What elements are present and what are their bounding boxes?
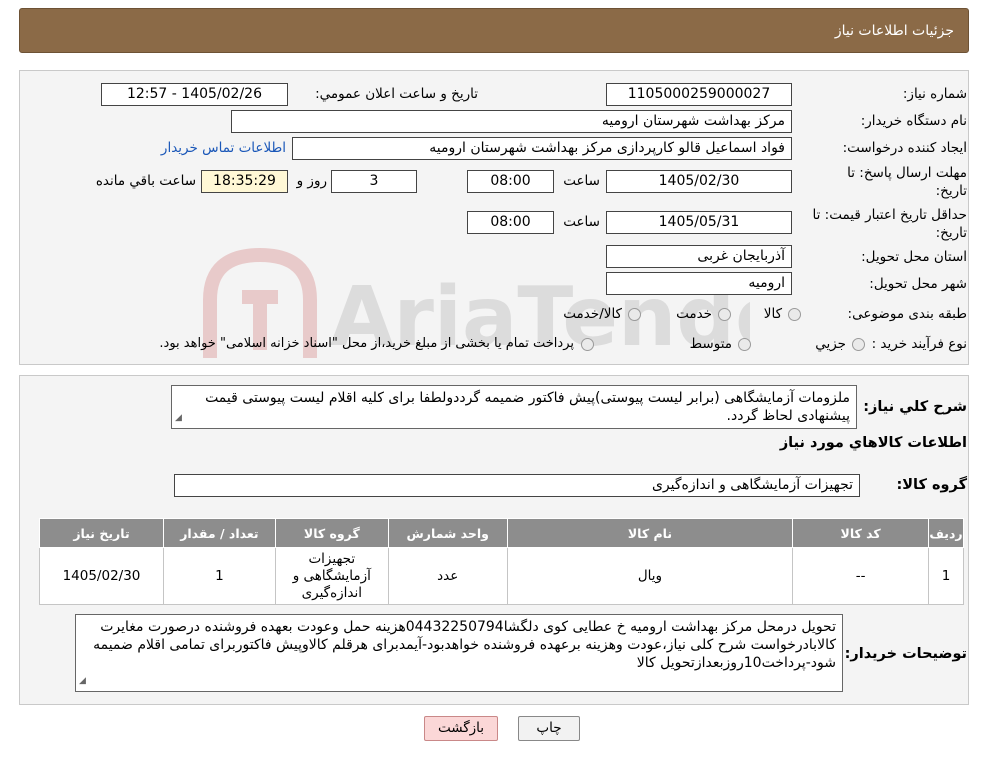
goods-group-label: گروه کالا: (896, 477, 967, 493)
validity-time-field: 08:00 (467, 211, 554, 234)
process-radio-medium[interactable] (738, 338, 751, 351)
table-header-row: رديف کد کالا نام کالا واحد شمارش گروه کا… (39, 518, 964, 548)
announce-label: تاریخ و ساعت اعلان عمومي: (315, 86, 478, 102)
days-label: روز و (296, 173, 327, 189)
category-option-goods: کالا (763, 306, 782, 322)
category-radio-goods-service[interactable] (628, 308, 641, 321)
category-option-service: خدمت (676, 306, 712, 322)
city-field: ارومیه (606, 272, 792, 295)
table-row: 1 -- ویال عدد تجهیزات آزمایشگاهی و انداز… (39, 547, 964, 605)
page-title: جزئیات اطلاعات نیاز (834, 23, 954, 39)
buyer-notes-textarea[interactable]: تحویل درمحل مرکز بهداشت ارومیه خ عطایی ک… (75, 614, 843, 692)
category-radio-goods[interactable] (788, 308, 801, 321)
province-field: آذربایجان غربی (606, 245, 792, 268)
remaining-time-label: ساعت باقي مانده (95, 173, 196, 189)
cell-need-date: 1405/02/30 (39, 547, 164, 605)
process-option-medium: متوسط (689, 336, 732, 352)
process-radio-treasury[interactable] (581, 338, 594, 351)
validity-date-field: 1405/05/31 (606, 211, 792, 234)
deadline-label: مهلت ارسال پاسخ: تا (847, 165, 967, 181)
resize-grip-icon[interactable]: ◢ (79, 672, 86, 690)
print-button[interactable]: چاپ (518, 716, 580, 741)
col-header-group: گروه کالا (274, 518, 389, 548)
page-header: جزئیات اطلاعات نیاز (19, 8, 969, 53)
deadline-label-2: تاريخ: (935, 183, 967, 199)
cell-row-number: 1 (928, 547, 964, 605)
process-treasury-note: پرداخت تمام يا بخشی از مبلغ خريد،از محل … (159, 336, 574, 351)
back-button[interactable]: بازگشت (424, 716, 498, 741)
need-number-label: شماره نیاز: (902, 86, 967, 102)
remaining-days-field: 3 (331, 170, 417, 193)
buyer-contact-link[interactable]: اطلاعات تماس خريدار (155, 140, 286, 156)
buyer-org-label: نام دستگاه خريدار: (860, 113, 967, 129)
validity-label-2: تاريخ: (935, 225, 967, 241)
goods-section-title: اطلاعات کالاهاي مورد نياز (779, 435, 967, 451)
category-radio-service[interactable] (718, 308, 731, 321)
col-header-name: نام کالا (506, 518, 794, 548)
buyer-notes-text: تحویل درمحل مرکز بهداشت ارومیه خ عطایی ک… (93, 619, 836, 671)
resize-grip-icon[interactable]: ◢ (175, 409, 182, 427)
deadline-time-field: 08:00 (467, 170, 554, 193)
deadline-date-field: 1405/02/30 (606, 170, 792, 193)
cell-name: ویال (506, 547, 794, 605)
description-label: شرح كلي نياز: (863, 399, 967, 415)
goods-table: رديف کد کالا نام کالا واحد شمارش گروه کا… (39, 518, 964, 605)
col-header-code: کد کالا (792, 518, 930, 548)
buyer-org-field: مرکز بهداشت شهرستان ارومیه (231, 110, 792, 133)
announce-datetime-field: 1405/02/26 - 12:57 (101, 83, 288, 106)
description-textarea[interactable]: ملزومات آزمایشگاهی (برابر لیست پیوستی)پی… (171, 385, 857, 429)
process-radio-minor[interactable] (852, 338, 865, 351)
cell-quantity: 1 (162, 547, 276, 605)
description-text: ملزومات آزمایشگاهی (برابر لیست پیوستی)پی… (205, 390, 850, 424)
col-header-need-date: تاریخ نیاز (39, 518, 164, 548)
requester-field: فواد اسماعیل قالو کارپردازی مرکز بهداشت … (292, 137, 792, 160)
deadline-time-label: ساعت (563, 173, 600, 189)
process-option-minor: جزيي (815, 336, 846, 352)
cell-unit: عدد (387, 547, 508, 605)
validity-time-label: ساعت (563, 214, 600, 230)
remaining-time-field: 18:35:29 (201, 170, 288, 193)
validity-label: حداقل تاريخ اعتبار قيمت: تا (812, 207, 967, 223)
cell-code: -- (792, 547, 930, 605)
category-label: طبقه بندی موضوعی: (847, 306, 967, 322)
col-header-row-number: رديف (928, 518, 964, 548)
cell-group: تجهیزات آزمایشگاهی و اندازه‌گیری (274, 547, 389, 605)
col-header-quantity: تعداد / مقدار (162, 518, 276, 548)
category-option-goods-service: کالا/خدمت (563, 306, 622, 322)
col-header-unit: واحد شمارش (387, 518, 508, 548)
province-label: استان محل تحويل: (861, 249, 967, 265)
goods-group-field: تجهیزات آزمایشگاهی و اندازه‌گیری (174, 474, 860, 497)
requester-label: ايجاد کننده درخواست: (842, 140, 967, 156)
need-number-field: 1105000259000027 (606, 83, 792, 106)
process-type-label: نوع فرآيند خريد : (871, 336, 967, 352)
city-label: شهر محل تحويل: (869, 276, 967, 292)
buyer-notes-label: توضیحات خریدار: (844, 646, 967, 662)
